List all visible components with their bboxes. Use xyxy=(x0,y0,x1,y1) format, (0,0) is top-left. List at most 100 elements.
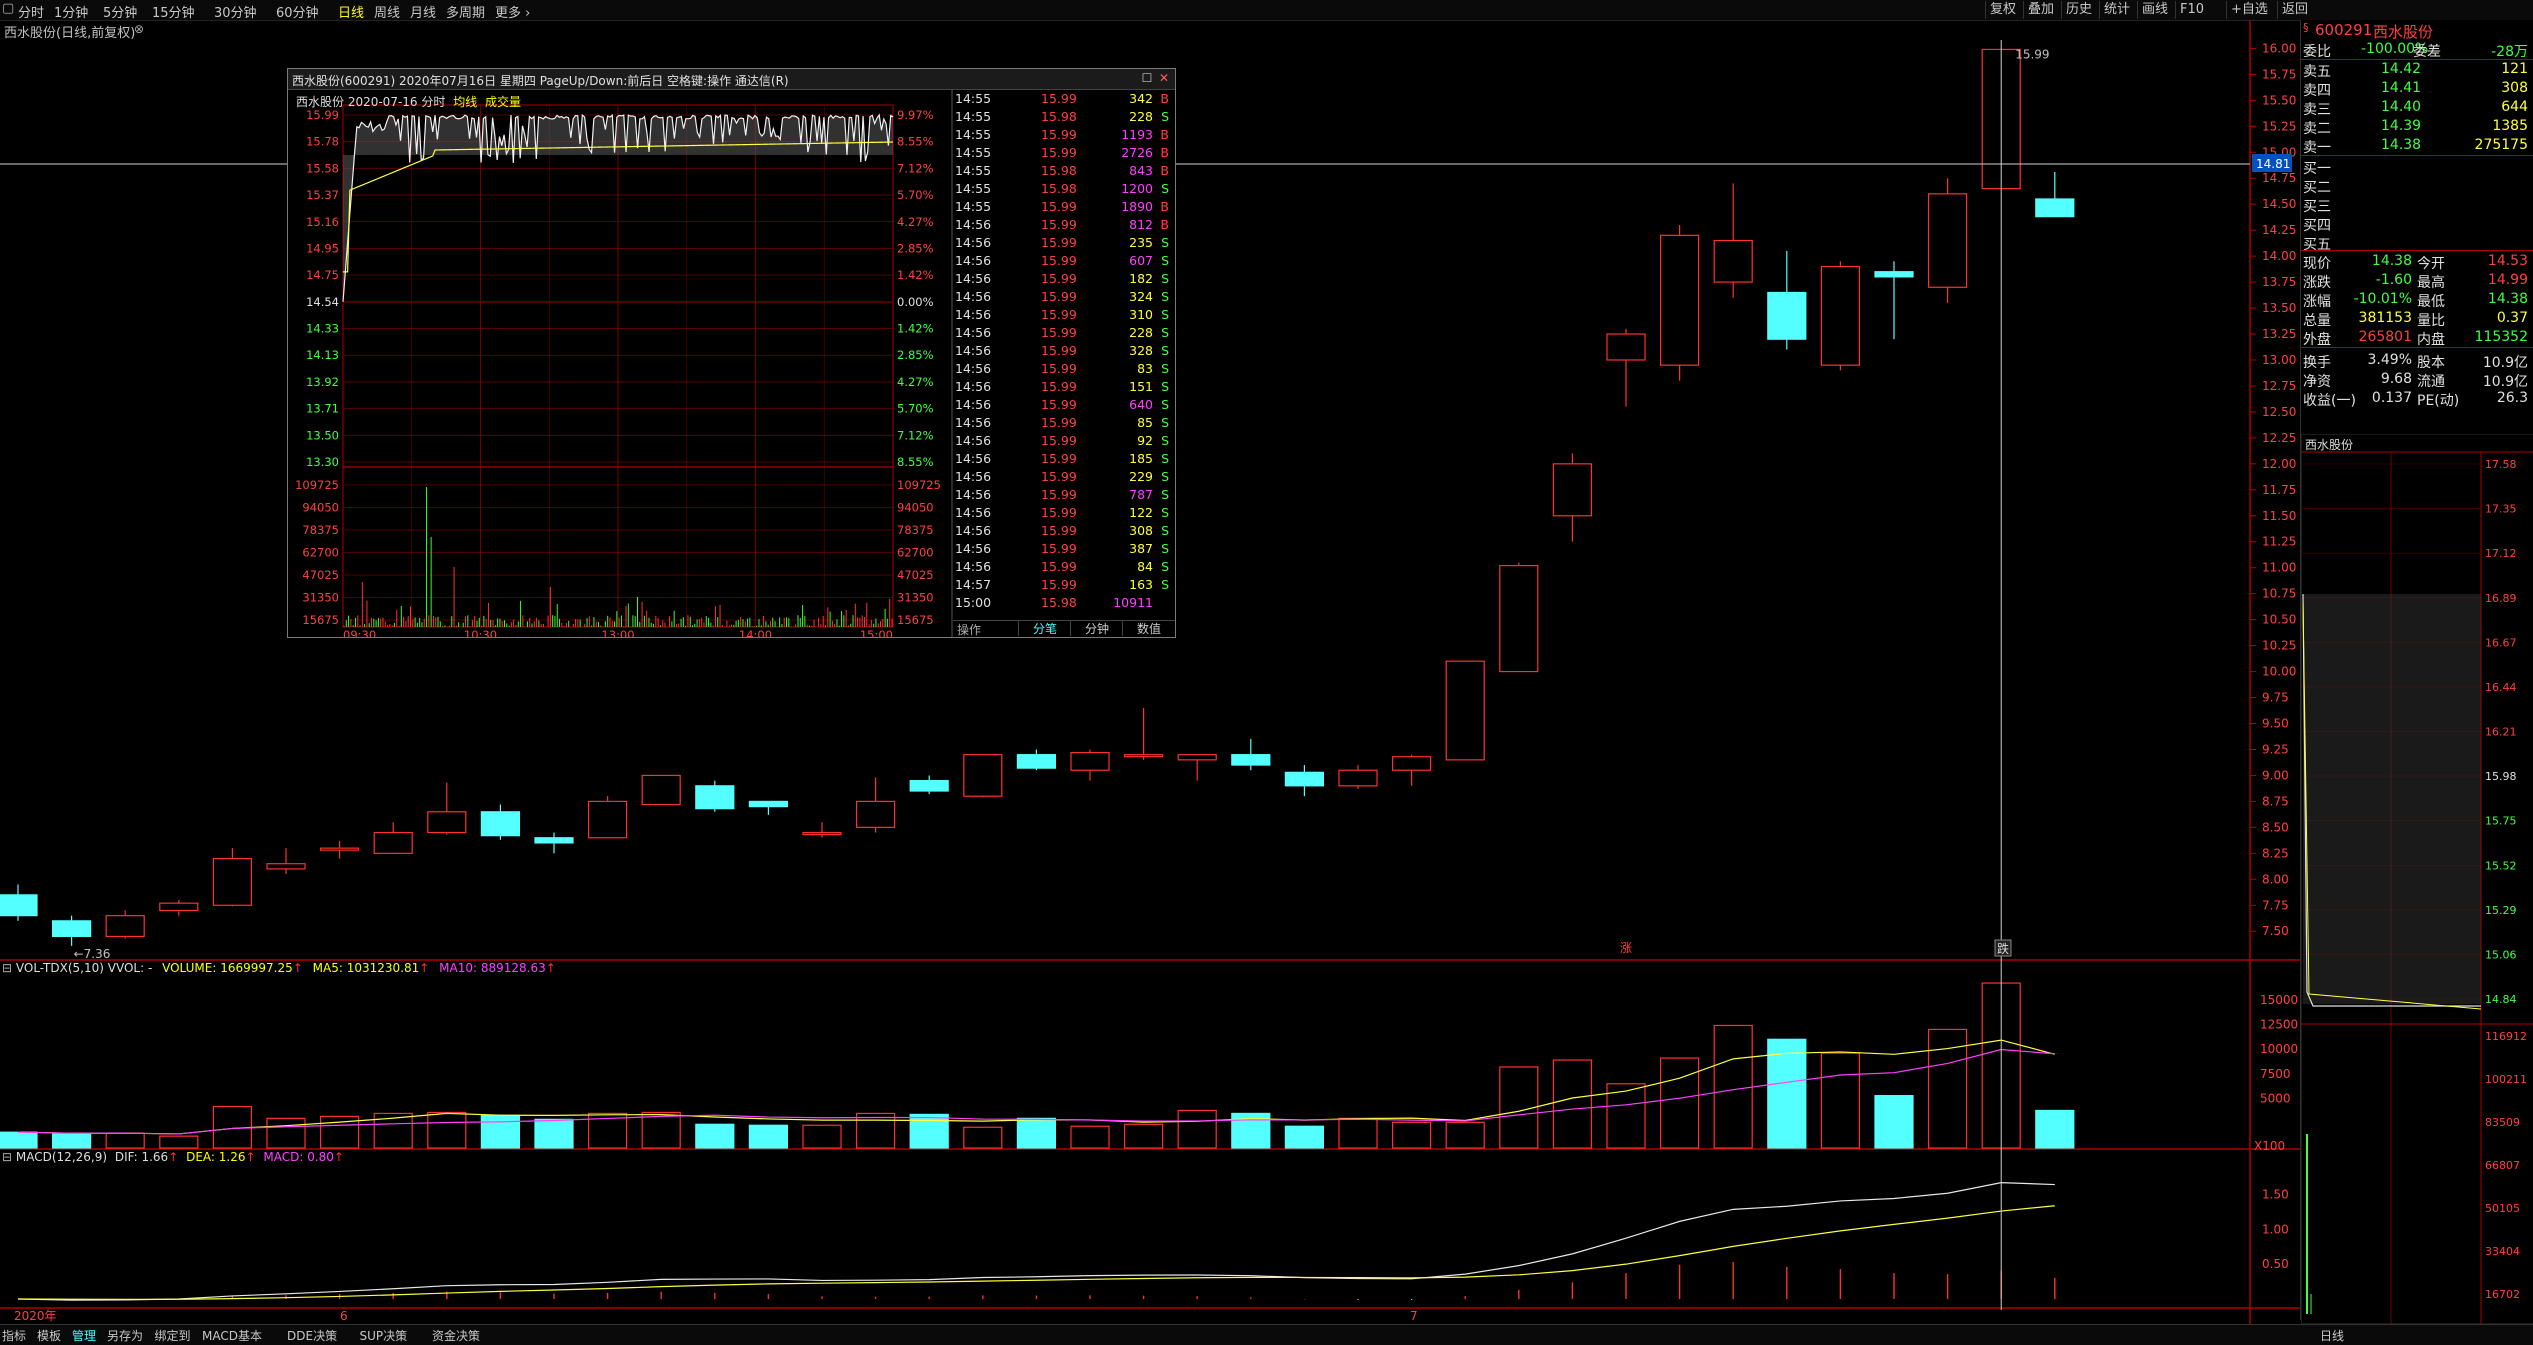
popup-footer-op[interactable]: 操作 xyxy=(957,621,1017,637)
intraday-pct-label: 7.12% xyxy=(897,161,934,175)
mini-chart[interactable]: 17.58 17.35 17.12 16.89 16.67 16.44 16.21 15.98… xyxy=(2301,434,2533,1324)
tick-direction: S xyxy=(1161,577,1169,592)
candle-body xyxy=(695,785,735,810)
sell-label: 卖一 xyxy=(2303,140,2331,156)
bottom-tab-4[interactable]: 绑定到 xyxy=(155,1327,191,1344)
bottom-tab-1[interactable]: 模板 xyxy=(37,1327,61,1344)
tick-price: 15.99 xyxy=(1041,235,1077,250)
popup-titlebar[interactable]: 西水股份(600291) 2020年07月16日 星期四 PageUp/Down… xyxy=(288,69,1175,90)
candle-body xyxy=(855,800,896,828)
tick-row: 14:56 15.99 85 S xyxy=(953,414,1175,432)
period-tab-1[interactable]: 1分钟 xyxy=(54,2,88,21)
volume-axis: 15000 12500 10000 7500 5000 X100 xyxy=(2254,993,2298,1153)
period-tab-8[interactable]: 月线 xyxy=(410,2,436,21)
period-tab-5[interactable]: 60分钟 xyxy=(276,2,319,21)
toolbar-btn-1[interactable]: 叠加 xyxy=(2023,1,2058,19)
macd-legend-icon: ⊟ xyxy=(2,1150,13,1164)
toolbar-btn-2[interactable]: 历史 xyxy=(2061,1,2096,19)
intraday-price-label: 15.37 xyxy=(306,188,339,202)
tick-volume: 163 xyxy=(1129,577,1153,592)
intraday-vol-label-right: 31350 xyxy=(897,591,934,605)
tick-volume: 182 xyxy=(1129,271,1153,286)
volume-bar xyxy=(1713,1024,1753,1149)
tick-volume: 812 xyxy=(1129,217,1153,232)
bottom-tab-6[interactable]: DDE决策 xyxy=(287,1327,337,1344)
sep-stats xyxy=(2301,250,2533,251)
popup-maximize-icon[interactable]: ☐ xyxy=(1140,71,1154,85)
x-label-year: 2020年 xyxy=(14,1309,57,1323)
bottom-tab-5[interactable]: MACD基本 xyxy=(202,1327,262,1344)
volume-bar xyxy=(1338,1117,1378,1149)
tick-direction: S xyxy=(1161,469,1169,484)
intraday-pct-label: 4.27% xyxy=(897,375,934,389)
footer-tab-1[interactable]: 分钟 xyxy=(1070,620,1123,636)
toolbar-btn-5[interactable]: F10 xyxy=(2175,1,2208,19)
bottom-tab-0[interactable]: 指标 xyxy=(2,1327,26,1344)
toolbar-btn-3[interactable]: 统计 xyxy=(2099,1,2134,19)
tick-volume: 843 xyxy=(1129,163,1153,178)
candle-body xyxy=(1659,234,1700,366)
stat-value-left: 265801 xyxy=(2358,329,2412,345)
period-tab-2[interactable]: 5分钟 xyxy=(103,2,137,21)
intraday-pct-label: 9.97% xyxy=(897,108,934,122)
period-tab-4[interactable]: 30分钟 xyxy=(214,2,257,21)
stat-label-right: 流通 xyxy=(2417,374,2445,390)
price-axis: 16.0015.7515.5015.2515.0014.7514.5014.25… xyxy=(2250,41,2296,938)
period-tab-0[interactable]: 分时 xyxy=(18,2,44,21)
sell-volume: 275175 xyxy=(2474,137,2528,153)
toolbar-btn-7[interactable]: 返回 xyxy=(2277,1,2312,19)
macd-indicator-legend[interactable]: ⊟ MACD(12,26,9) DIF: 1.66↑ DEA: 1.26↑ MA… xyxy=(2,1150,344,1164)
tick-volume: 185 xyxy=(1129,451,1153,466)
menu-toggle-icon[interactable]: ▢ xyxy=(2,1,14,16)
stat-row-6: 净资 9.68 流通 10.9亿 xyxy=(2301,370,2533,390)
tick-time: 14:56 xyxy=(955,217,992,232)
weibi-label: 委比 xyxy=(2303,44,2331,60)
tick-direction: S xyxy=(1161,235,1169,250)
volume-bar xyxy=(802,1124,842,1149)
macd-dif-line xyxy=(17,1182,2055,1301)
footer-tab-0[interactable]: 分笔 xyxy=(1018,620,1071,636)
mini-price-label: 17.12 xyxy=(2485,547,2517,560)
tick-volume: 83 xyxy=(1137,361,1153,376)
bottom-tab-3[interactable]: 另存为 xyxy=(107,1327,143,1344)
macd-dif-value: DIF: 1.66 xyxy=(114,1150,169,1164)
period-tab-9[interactable]: 多周期 xyxy=(446,2,485,21)
tick-volume: 122 xyxy=(1129,505,1153,520)
macd-pane xyxy=(17,1182,2056,1301)
price-axis-label: 12.50 xyxy=(2262,405,2296,419)
intraday-popup[interactable]: 西水股份(600291) 2020年07月16日 星期四 PageUp/Down… xyxy=(287,68,1176,638)
intraday-vol-label-right: 62700 xyxy=(897,546,934,560)
bottom-tab-8[interactable]: 资金决策 xyxy=(432,1327,480,1344)
mini-tab-daily[interactable]: 日线 xyxy=(2320,1327,2344,1344)
tick-direction: S xyxy=(1161,307,1169,322)
tick-volume: 228 xyxy=(1129,325,1153,340)
tick-price: 15.99 xyxy=(1041,577,1077,592)
candle-body xyxy=(1874,271,1914,278)
volume-bar xyxy=(427,1111,467,1149)
toolbar-btn-4[interactable]: 画线 xyxy=(2137,1,2172,19)
candle-body xyxy=(1231,754,1271,766)
footer-tab-2[interactable]: 数值 xyxy=(1122,620,1175,636)
tick-time: 14:56 xyxy=(955,559,992,574)
tick-direction: B xyxy=(1160,199,1169,214)
period-tab-6[interactable]: 日线 xyxy=(338,2,364,21)
candle-body xyxy=(641,774,681,806)
popup-close-icon[interactable]: ✕ xyxy=(1157,71,1171,85)
intraday-price-label: 13.50 xyxy=(306,428,339,442)
period-tab-3[interactable]: 15分钟 xyxy=(152,2,195,21)
macd-dea-value: DEA: 1.26 xyxy=(186,1150,246,1164)
volume-axis-label: 12500 xyxy=(2260,1017,2298,1031)
mini-vol-label: 16702 xyxy=(2485,1288,2520,1301)
bottom-tab-7[interactable]: SUP决策 xyxy=(360,1327,408,1344)
volume-bar xyxy=(963,1126,1003,1149)
toolbar-btn-6[interactable]: +自选 xyxy=(2226,1,2272,19)
toolbar-btn-0[interactable]: 复权 xyxy=(1985,1,2020,19)
period-tab-10[interactable]: 更多 › xyxy=(495,2,530,21)
volume-indicator-legend[interactable]: ⊟ VOL-TDX(5,10) VVOL: - VOLUME: 1669997.… xyxy=(2,961,556,975)
price-axis-label: 12.25 xyxy=(2262,431,2296,445)
macd-macd-value: MACD: 0.80 xyxy=(263,1150,334,1164)
bottom-tab-2[interactable]: 管理 xyxy=(72,1327,96,1344)
price-axis-label: 10.25 xyxy=(2262,639,2296,653)
tick-direction: S xyxy=(1161,505,1169,520)
period-tab-7[interactable]: 周线 xyxy=(374,2,400,21)
